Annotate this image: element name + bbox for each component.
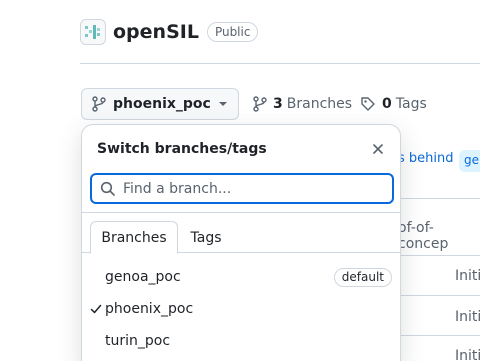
tab-branches[interactable]: Branches	[90, 221, 178, 254]
commits-behind-link[interactable]: s behind	[398, 151, 454, 166]
default-badge: default	[333, 268, 392, 287]
tag-icon	[361, 97, 375, 111]
repo-header: openSIL Public	[80, 18, 259, 46]
git-branch-icon	[253, 96, 267, 112]
close-button[interactable]	[368, 139, 388, 159]
branch-search-box[interactable]	[90, 173, 394, 204]
caret-down-icon	[219, 102, 227, 106]
tags-label: Tags	[395, 96, 427, 112]
branch-name: phoenix_poc	[105, 301, 194, 317]
file-row-commit[interactable]: Initi	[455, 348, 480, 361]
branch-name: genoa_poc	[105, 269, 181, 285]
latest-commit-message[interactable]: of-of-concep	[398, 220, 480, 252]
popover-tabs: Branches Tags	[82, 221, 400, 254]
branch-list: genoa_poc default phoenix_poc turin_poc	[82, 261, 400, 357]
repo-name[interactable]: openSIL	[113, 21, 199, 43]
popover-title: Switch branches/tags	[97, 141, 267, 157]
file-table-border	[400, 198, 480, 199]
branch-item-phoenix-poc[interactable]: phoenix_poc	[82, 293, 400, 325]
search-icon	[100, 181, 115, 196]
branches-count: 3	[273, 96, 283, 112]
compare-branch-pill[interactable]: ger	[459, 150, 480, 172]
repo-avatar[interactable]	[80, 19, 106, 45]
file-row-commit[interactable]: Initi	[455, 268, 480, 284]
visibility-badge: Public	[206, 22, 259, 42]
file-row-divider	[400, 335, 480, 336]
tab-tags[interactable]: Tags	[182, 221, 230, 254]
branch-search-input[interactable]	[123, 180, 373, 197]
repo-logo-icon	[85, 25, 100, 39]
branches-link[interactable]: 3 Branches	[253, 94, 352, 114]
file-row-commit[interactable]: Initi	[455, 309, 480, 325]
branch-name: turin_poc	[105, 333, 171, 349]
popover-divider	[82, 212, 400, 213]
branch-switcher-popover: Switch branches/tags Branches Tags genoa…	[81, 124, 401, 361]
branch-item-genoa-poc[interactable]: genoa_poc default	[82, 261, 400, 293]
header-divider	[80, 63, 480, 64]
branch-item-turin-poc[interactable]: turin_poc	[82, 325, 400, 357]
check-icon	[90, 304, 102, 314]
branch-selector-button[interactable]: phoenix_poc	[81, 88, 239, 120]
file-row-divider	[400, 255, 480, 256]
tags-link[interactable]: 0 Tags	[360, 94, 427, 114]
file-row-divider	[400, 295, 480, 296]
tags-count: 0	[382, 96, 392, 112]
branches-label: Branches	[286, 96, 353, 112]
current-branch-label: phoenix_poc	[113, 96, 211, 112]
close-icon	[373, 144, 383, 154]
git-branch-icon	[92, 96, 106, 112]
